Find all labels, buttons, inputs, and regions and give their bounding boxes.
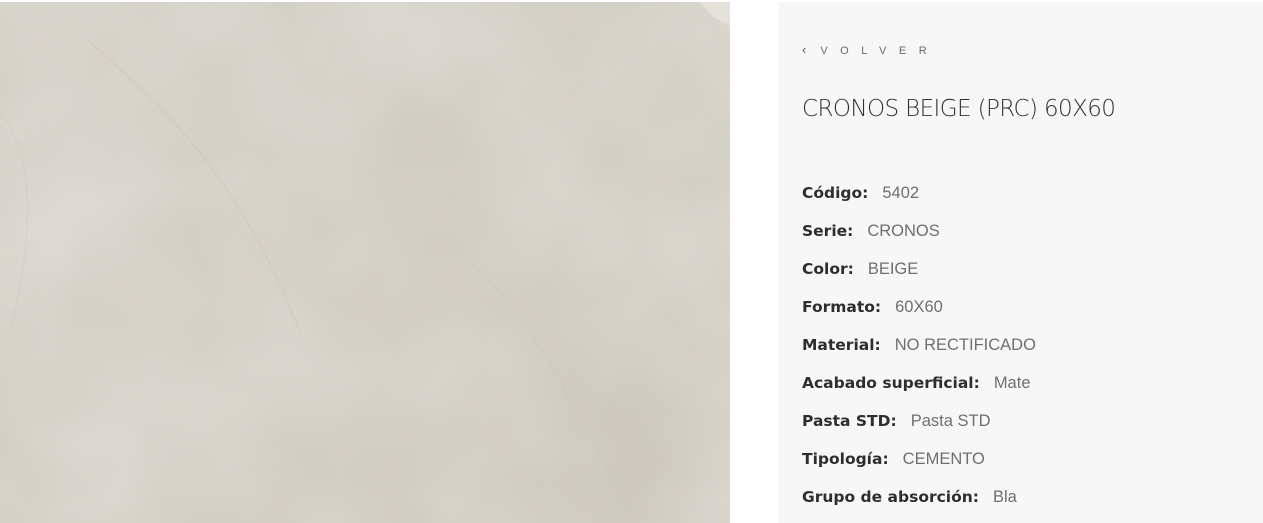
- spec-row-grupo-absorcion: Grupo de absorción: Bla: [802, 484, 1036, 522]
- spec-value: CRONOS: [867, 222, 940, 240]
- back-link-label: VOLVER: [820, 45, 940, 57]
- spec-label: Acabado superficial:: [802, 374, 980, 392]
- spec-value: BEIGE: [867, 260, 919, 278]
- product-image: [0, 2, 730, 523]
- spec-label: Grupo de absorción:: [802, 488, 980, 506]
- spec-label: Material:: [802, 336, 881, 354]
- spec-label: Pasta STD:: [802, 412, 897, 430]
- spec-value: Pasta STD: [910, 412, 991, 430]
- spec-label: Serie:: [802, 222, 854, 240]
- spec-row-pasta: Pasta STD: Pasta STD: [802, 408, 1036, 446]
- cement-tile-texture: [0, 2, 730, 523]
- spec-row-material: Material: NO RECTIFICADO: [802, 332, 1036, 370]
- product-page: ‹ VOLVER CRONOS BEIGE (PRC) 60X60 Código:…: [0, 0, 1263, 523]
- spec-label: Tipología:: [802, 450, 889, 468]
- spec-value: 60X60: [895, 298, 943, 316]
- back-link[interactable]: ‹ VOLVER: [802, 42, 939, 57]
- chevron-left-icon: ‹: [802, 42, 807, 57]
- product-specs-list: Código: 5402 Serie: CRONOS Color: BEIGE For…: [802, 180, 1036, 522]
- spec-row-serie: Serie: CRONOS: [802, 218, 1036, 256]
- spec-value: NO RECTIFICADO: [894, 336, 1036, 354]
- spec-row-codigo: Código: 5402: [802, 180, 1036, 218]
- product-title: CRONOS BEIGE (PRC) 60X60: [802, 96, 1116, 122]
- product-info-panel: ‹ VOLVER CRONOS BEIGE (PRC) 60X60 Código:…: [778, 2, 1263, 523]
- spec-row-formato: Formato: 60X60: [802, 294, 1036, 332]
- spec-label: Código:: [802, 184, 869, 202]
- spec-label: Formato:: [802, 298, 882, 316]
- spec-label: Color:: [802, 260, 854, 278]
- spec-value: 5402: [882, 184, 920, 202]
- spec-row-color: Color: BEIGE: [802, 256, 1036, 294]
- spec-row-acabado: Acabado superficial: Mate: [802, 370, 1036, 408]
- spec-value: Mate: [993, 374, 1031, 392]
- spec-value: Bla: [993, 488, 1017, 506]
- spec-row-tipologia: Tipología: CEMENTO: [802, 446, 1036, 484]
- spec-value: CEMENTO: [902, 450, 985, 468]
